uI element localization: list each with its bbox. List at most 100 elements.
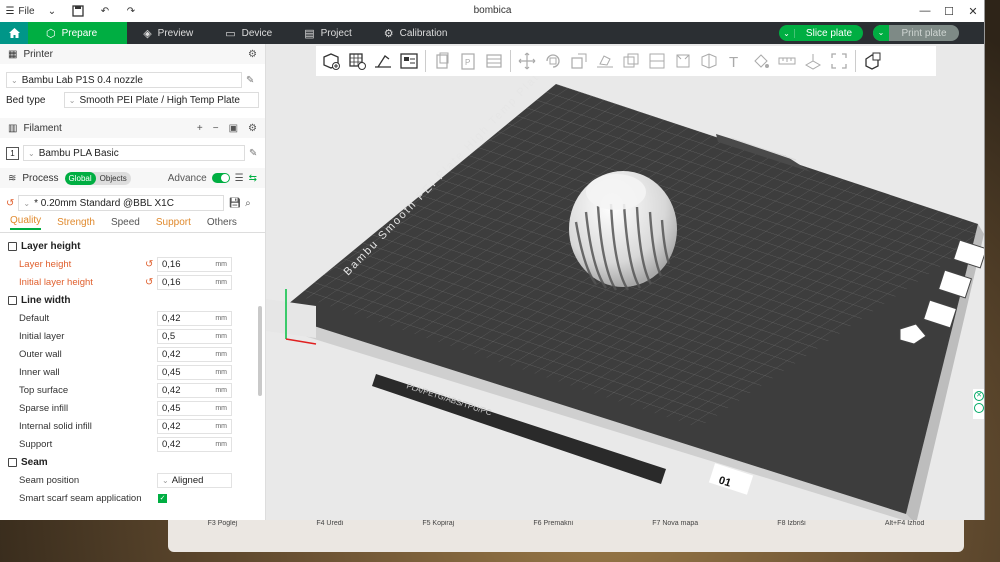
sparse-infill-width-input[interactable]: 0,45 mm bbox=[157, 400, 232, 416]
tab-project[interactable]: ▤ Project bbox=[288, 22, 368, 44]
initial-layer-width-input[interactable]: 0,5 mm bbox=[157, 328, 232, 344]
seam-paint-icon[interactable] bbox=[696, 48, 722, 74]
fkey-f6[interactable]: F6 Premakni bbox=[533, 520, 573, 527]
add-object-icon[interactable] bbox=[318, 48, 344, 74]
list-icon[interactable]: ☰ bbox=[235, 173, 244, 184]
minimize-button[interactable]: — bbox=[913, 0, 937, 22]
edit-icon[interactable]: ✎ bbox=[246, 75, 254, 86]
fkey-f8[interactable]: F8 Izbriši bbox=[777, 520, 805, 527]
segment-objects[interactable]: Objects bbox=[96, 172, 131, 185]
initial-layer-height-input[interactable]: 0,16 mm bbox=[157, 274, 232, 290]
arrange-icon[interactable] bbox=[396, 48, 422, 74]
save-icon[interactable] bbox=[64, 0, 92, 22]
layer-height-input[interactable]: 0,16 mm bbox=[157, 256, 232, 272]
fit-view-icon[interactable] bbox=[826, 48, 852, 74]
fkey-f3[interactable]: F3 Poglej bbox=[208, 520, 238, 527]
auto-orient-icon[interactable] bbox=[370, 48, 396, 74]
info-circle-icon[interactable] bbox=[974, 403, 984, 413]
scale-icon[interactable] bbox=[566, 48, 592, 74]
maximize-button[interactable]: ☐ bbox=[937, 0, 961, 22]
outer-wall-width-input[interactable]: 0,42 mm bbox=[157, 346, 232, 362]
undo-icon[interactable]: ↶ bbox=[92, 0, 118, 22]
cut-icon[interactable] bbox=[618, 48, 644, 74]
file-menu[interactable]: ☰ File bbox=[0, 0, 40, 22]
param-initial-layer-height: Initial layer height ↺ 0,16 mm bbox=[0, 273, 265, 291]
reset-icon[interactable]: ↺ bbox=[145, 259, 153, 270]
filament-slot[interactable]: 1 bbox=[6, 146, 19, 160]
advance-toggle[interactable] bbox=[211, 173, 230, 183]
text-icon[interactable]: T bbox=[722, 48, 748, 74]
filament-sync-icon[interactable]: ▣ bbox=[229, 123, 238, 134]
support-width-input[interactable]: 0,42 mm bbox=[157, 436, 232, 452]
side-widget[interactable]: ✕ bbox=[973, 389, 984, 419]
smart-scarf-checkbox[interactable]: ✓ bbox=[158, 493, 167, 503]
view-cube-icon[interactable] bbox=[859, 48, 885, 74]
rotate-icon[interactable] bbox=[540, 48, 566, 74]
3d-viewport[interactable]: Bambu Smooth PEI Plate High Temp Plate P… bbox=[266, 44, 984, 520]
tab-support[interactable]: Support bbox=[156, 217, 191, 228]
seam-position-select[interactable]: ⌄ Aligned bbox=[157, 472, 232, 488]
reset-icon[interactable]: ↺ bbox=[145, 277, 153, 288]
save-icon[interactable]: 💾︎ bbox=[228, 198, 241, 209]
global-objects-toggle[interactable]: Global Objects bbox=[64, 171, 131, 185]
mesh-boolean-icon[interactable] bbox=[644, 48, 670, 74]
tab-strength[interactable]: Strength bbox=[57, 217, 95, 228]
process-preset-select[interactable]: ⌄ * 0.20mm Standard @BBL X1C bbox=[18, 195, 225, 211]
tab-preview[interactable]: ◈ Preview bbox=[127, 22, 209, 44]
slice-plate-button[interactable]: ⌄ Slice plate bbox=[779, 25, 863, 41]
fkey-f7[interactable]: F7 Nova mapa bbox=[652, 520, 698, 527]
inner-wall-width-input[interactable]: 0,45 mm bbox=[157, 364, 232, 380]
gear-icon[interactable]: ⚙ bbox=[248, 49, 257, 60]
lay-on-face-icon[interactable] bbox=[592, 48, 618, 74]
chevron-down-icon[interactable]: ⌄ bbox=[40, 0, 64, 22]
edit-icon[interactable]: ✎ bbox=[249, 148, 257, 159]
internal-solid-infill-width-input[interactable]: 0,42 mm bbox=[157, 418, 232, 434]
tab-quality[interactable]: Quality bbox=[10, 215, 42, 230]
filament-section-header: ▥ Filament + − ▣ ⚙ bbox=[0, 118, 265, 138]
chevron-down-icon[interactable]: ⌄ bbox=[873, 25, 889, 41]
close-button[interactable]: ✕ bbox=[961, 0, 984, 22]
reset-icon[interactable]: ↺ bbox=[6, 198, 14, 209]
param-label: Layer height bbox=[19, 258, 72, 270]
param-label: Inner wall bbox=[19, 366, 60, 378]
add-plate-icon[interactable] bbox=[344, 48, 370, 74]
split-icon[interactable] bbox=[481, 48, 507, 74]
filament-select[interactable]: ⌄ Bambu PLA Basic bbox=[23, 145, 245, 161]
chevron-down-icon[interactable]: ⌄ bbox=[779, 28, 795, 38]
color-paint-icon[interactable] bbox=[748, 48, 774, 74]
add-icon[interactable]: + bbox=[197, 123, 203, 134]
copy-icon[interactable] bbox=[429, 48, 455, 74]
remove-icon[interactable]: − bbox=[213, 123, 219, 134]
compare-icon[interactable]: ⇆ bbox=[249, 173, 257, 184]
tab-prepare[interactable]: ⬡ Prepare bbox=[28, 22, 128, 44]
search-icon[interactable]: ⌕ bbox=[245, 198, 251, 209]
assembly-icon[interactable] bbox=[800, 48, 826, 74]
tab-device[interactable]: ▭ Device bbox=[209, 22, 288, 44]
fkey-altf4[interactable]: Alt+F4 Izhod bbox=[885, 520, 925, 527]
measure-icon[interactable] bbox=[774, 48, 800, 74]
tab-calibration[interactable]: ⚙ Calibration bbox=[368, 22, 464, 44]
segment-global[interactable]: Global bbox=[64, 171, 96, 185]
window-title: bombica bbox=[473, 5, 512, 16]
top-surface-width-input[interactable]: 0,42 mm bbox=[157, 382, 232, 398]
support-paint-icon[interactable] bbox=[670, 48, 696, 74]
redo-icon[interactable]: ↷ bbox=[118, 0, 144, 22]
close-circle-icon[interactable]: ✕ bbox=[974, 391, 984, 401]
print-plate-button[interactable]: ⌄ Print plate bbox=[873, 25, 959, 41]
tab-speed[interactable]: Speed bbox=[111, 217, 140, 228]
gear-icon[interactable]: ⚙ bbox=[248, 123, 257, 134]
tab-others[interactable]: Others bbox=[207, 217, 237, 228]
fkey-f5[interactable]: F5 Kopiraj bbox=[422, 520, 454, 527]
default-width-input[interactable]: 0,42 mm bbox=[157, 310, 232, 326]
printer-select[interactable]: ⌄ Bambu Lab P1S 0.4 nozzle bbox=[6, 72, 242, 88]
bed-type-value: Smooth PEI Plate / High Temp Plate bbox=[79, 94, 240, 106]
sidebar-scrollbar[interactable] bbox=[258, 306, 262, 396]
fkey-f4[interactable]: F4 Uredi bbox=[316, 520, 343, 527]
tab-device-label: Device bbox=[241, 27, 273, 39]
toolbar-separator bbox=[855, 50, 856, 72]
bed-type-select[interactable]: ⌄ Smooth PEI Plate / High Temp Plate bbox=[63, 92, 259, 108]
paste-icon[interactable]: P bbox=[455, 48, 481, 74]
move-icon[interactable] bbox=[514, 48, 540, 74]
preset-row: ↺ ⌄ * 0.20mm Standard @BBL X1C 💾︎ ⌕ bbox=[0, 193, 265, 213]
home-button[interactable] bbox=[0, 22, 28, 44]
